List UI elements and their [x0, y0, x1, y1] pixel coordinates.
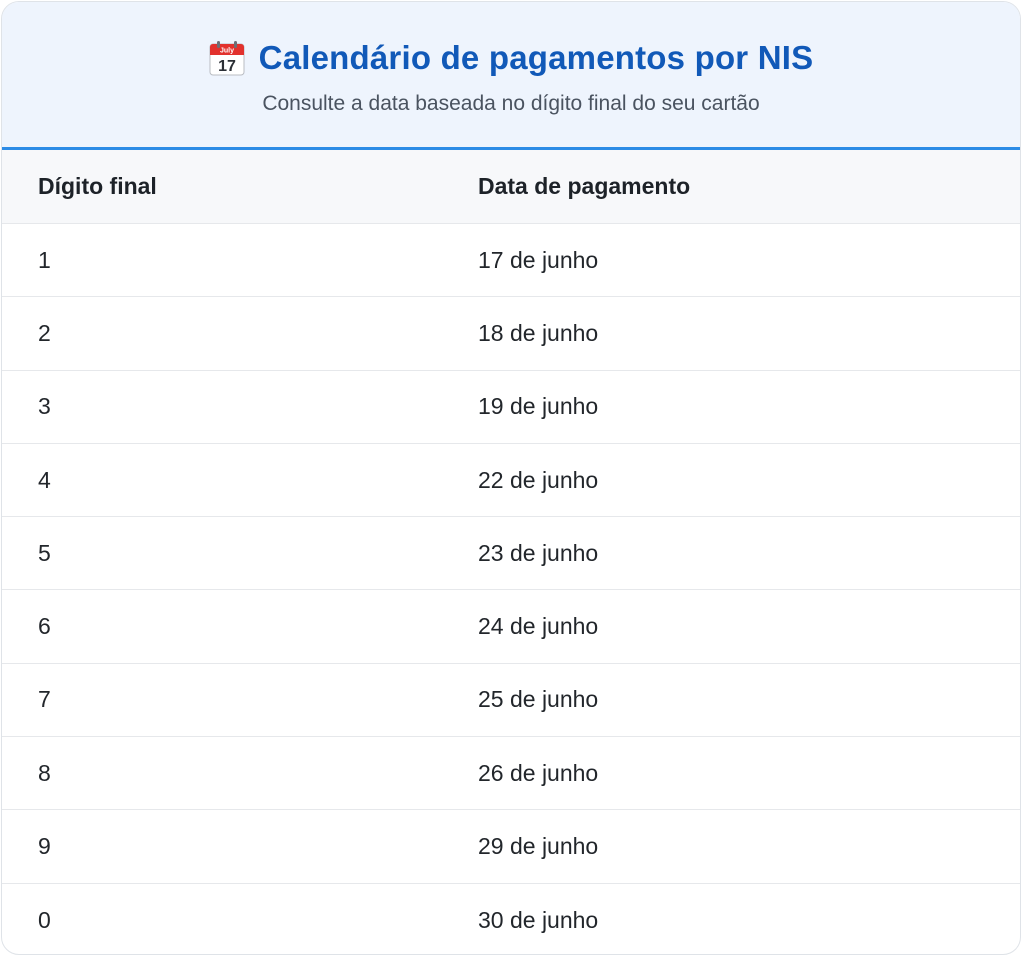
date-cell: 25 de junho — [478, 686, 599, 713]
digit-cell: 6 — [38, 613, 51, 640]
page-title: Calendário de pagamentos por NIS — [258, 39, 814, 76]
page-subtitle: Consulte a data baseada no dígito final … — [262, 92, 760, 115]
table-row: 8 26 de junho — [2, 737, 1020, 811]
table-row: 2 18 de junho — [2, 297, 1020, 371]
digit-cell: 5 — [38, 539, 51, 566]
digit-cell: 8 — [38, 759, 51, 786]
date-cell: 18 de junho — [478, 319, 599, 346]
digit-cell: 2 — [38, 319, 51, 346]
table-row: 9 29 de junho — [2, 810, 1020, 884]
card-header: July 17 Calendário de pagamentos por NIS… — [2, 2, 1020, 150]
digit-cell: 1 — [38, 246, 51, 273]
table-row: 7 25 de junho — [2, 664, 1020, 738]
calendar-icon: July 17 — [209, 40, 245, 76]
table-row: 6 24 de junho — [2, 590, 1020, 664]
date-cell: 30 de junho — [478, 906, 599, 933]
payment-table: Dígito final Data de pagamento 1 17 de j… — [2, 150, 1020, 954]
digit-cell: 9 — [38, 833, 51, 860]
table-row: 5 23 de junho — [2, 517, 1020, 591]
digit-cell: 4 — [38, 466, 51, 493]
table-row: 1 17 de junho — [2, 224, 1020, 298]
column-header-digit: Dígito final — [38, 173, 157, 199]
date-cell: 22 de junho — [478, 466, 599, 493]
payment-calendar-card: July 17 Calendário de pagamentos por NIS… — [1, 1, 1021, 955]
date-cell: 23 de junho — [478, 539, 599, 566]
date-cell: 26 de junho — [478, 759, 599, 786]
date-cell: 29 de junho — [478, 833, 599, 860]
date-cell: 19 de junho — [478, 393, 599, 420]
digit-cell: 0 — [38, 906, 51, 933]
calendar-icon-month: July — [220, 48, 234, 55]
calendar-icon-day: 17 — [218, 58, 236, 75]
column-header-date: Data de pagamento — [478, 173, 691, 199]
table-row: 3 19 de junho — [2, 371, 1020, 444]
date-cell: 17 de junho — [478, 246, 599, 273]
table-header-row: Dígito final Data de pagamento — [2, 150, 1020, 224]
table-row: 4 22 de junho — [2, 444, 1020, 518]
table-row: 0 30 de junho — [2, 884, 1020, 954]
title-row: July 17 Calendário de pagamentos por NIS — [2, 2, 1020, 78]
digit-cell: 7 — [38, 686, 51, 713]
digit-cell: 3 — [38, 393, 51, 420]
date-cell: 24 de junho — [478, 613, 599, 640]
